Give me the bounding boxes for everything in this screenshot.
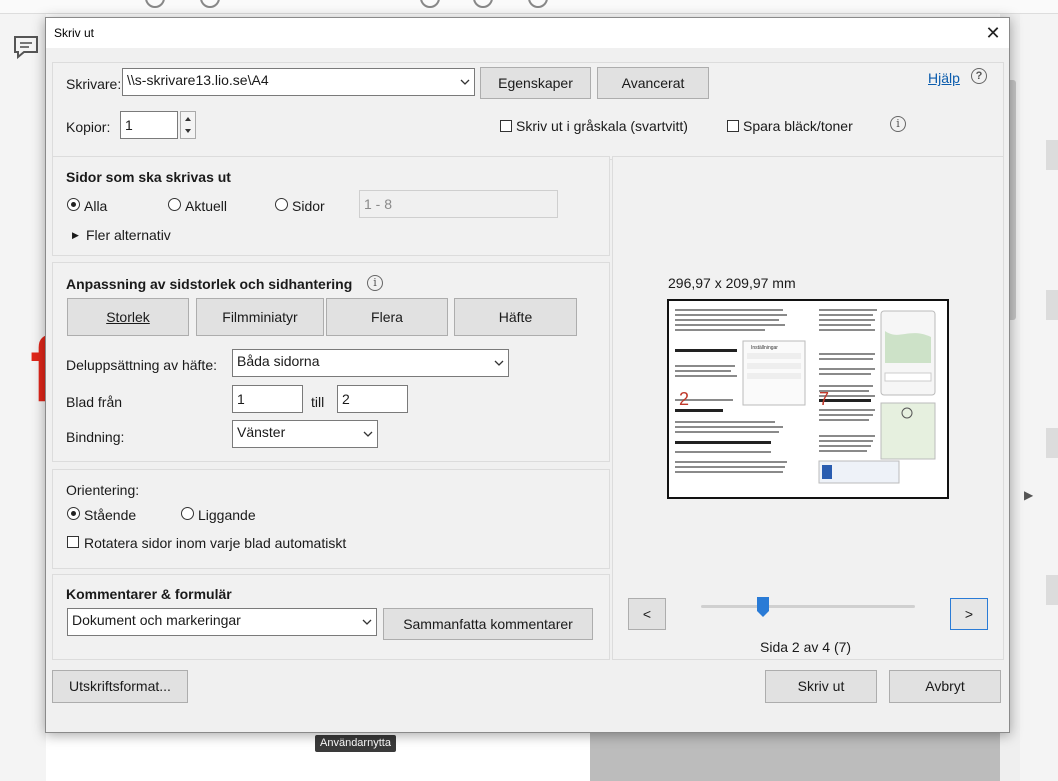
comment-icon[interactable] xyxy=(12,34,40,60)
toolbar-circle-icon[interactable] xyxy=(200,0,220,8)
preview-page-indicator: Sida 2 av 4 (7) xyxy=(760,639,852,655)
pages-range-label: Sidor xyxy=(292,198,325,214)
chevron-down-icon xyxy=(494,360,504,366)
landscape-label: Liggande xyxy=(198,507,256,523)
orientation-label: Orientering: xyxy=(66,482,140,498)
preview-phone-header: Inställningar xyxy=(751,345,778,351)
rail-tab[interactable] xyxy=(1046,575,1058,605)
sheets-to-label: till xyxy=(311,394,325,410)
summarize-comments-button[interactable]: Sammanfatta kommentarer xyxy=(383,608,593,640)
auto-rotate-checkbox[interactable] xyxy=(67,536,79,548)
sizing-heading: Anpassning av sidstorlek och sidhanterin… xyxy=(66,276,353,292)
toolbar-circle-icon[interactable] xyxy=(145,0,165,8)
rail-tab[interactable] xyxy=(1046,428,1058,458)
sheets-to-input[interactable]: 2 xyxy=(337,385,408,413)
pages-range-input[interactable]: 1 - 8 xyxy=(359,190,558,218)
print-dialog: Skriv ut ✕ Skrivare: \\s-skrivare13.lio.… xyxy=(45,17,1010,733)
printer-select[interactable]: \\s-skrivare13.lio.se\A4 xyxy=(122,68,475,96)
pages-all-label: Alla xyxy=(84,198,108,214)
properties-button[interactable]: Egenskaper xyxy=(480,67,591,99)
page-setup-button[interactable]: Utskriftsformat... xyxy=(52,670,188,703)
help-icon[interactable]: ? xyxy=(971,68,987,84)
expand-panel-icon[interactable]: ▶ xyxy=(1024,488,1033,502)
preview-left-page-number: 2 xyxy=(679,389,689,409)
sheets-from-label: Blad från xyxy=(66,394,123,410)
dialog-title: Skriv ut xyxy=(54,26,95,40)
rail-tab[interactable] xyxy=(1046,140,1058,170)
preview-slider-thumb[interactable] xyxy=(756,596,770,618)
help-link[interactable]: Hjälp xyxy=(928,70,960,86)
copies-label: Kopior: xyxy=(66,119,111,135)
copies-stepper[interactable] xyxy=(180,111,196,139)
preview-thumbnail: 2 7 Inställningar xyxy=(669,301,947,497)
printer-label: Skrivare: xyxy=(66,76,122,92)
pages-heading: Sidor som ska skrivas ut xyxy=(66,169,231,185)
preview-right-page-number: 7 xyxy=(819,389,829,409)
landscape-radio[interactable] xyxy=(181,507,194,520)
right-tools-rail xyxy=(1020,14,1058,781)
toolbar-circle-icon[interactable] xyxy=(420,0,440,8)
pages-range-radio[interactable] xyxy=(275,198,288,211)
comments-select[interactable]: Dokument och markeringar xyxy=(67,608,377,636)
comments-heading: Kommentarer & formulär xyxy=(66,586,232,602)
pages-current-label: Aktuell xyxy=(185,198,228,214)
chevron-down-icon xyxy=(363,431,373,437)
portrait-radio[interactable] xyxy=(67,507,80,520)
preview-page: 2 7 Inställningar xyxy=(667,299,949,499)
more-options-toggle[interactable]: Fler alternativ xyxy=(86,227,171,243)
stepper-arrows-icon[interactable] xyxy=(181,112,195,138)
save-ink-label: Spara bläck/toner xyxy=(743,118,853,134)
info-icon[interactable]: i xyxy=(367,275,383,291)
booklet-subset-select[interactable]: Båda sidorna xyxy=(232,349,509,377)
pages-all-radio[interactable] xyxy=(67,198,80,211)
rail-tab[interactable] xyxy=(1046,290,1058,320)
preview-slider-track[interactable] xyxy=(701,605,915,608)
toolbar-circle-icon[interactable] xyxy=(528,0,548,8)
close-icon[interactable]: ✕ xyxy=(980,20,1006,46)
pages-current-radio[interactable] xyxy=(168,198,181,211)
toolbar-circle-icon[interactable] xyxy=(473,0,493,8)
save-ink-checkbox[interactable] xyxy=(727,120,739,132)
tooltip: Användarnytta xyxy=(315,735,396,752)
advanced-button[interactable]: Avancerat xyxy=(597,67,709,99)
portrait-label: Stående xyxy=(84,507,137,523)
chevron-down-icon xyxy=(362,619,372,625)
binding-value: Vänster xyxy=(237,424,286,440)
binding-select[interactable]: Vänster xyxy=(232,420,378,448)
sheets-from-input[interactable]: 1 xyxy=(232,385,303,413)
multiple-button[interactable]: Flera xyxy=(326,298,448,336)
expand-arrow-icon[interactable]: ▶ xyxy=(72,230,79,241)
dialog-titlebar: Skriv ut ✕ xyxy=(46,18,1009,48)
grayscale-checkbox[interactable] xyxy=(500,120,512,132)
preview-dimensions: 296,97 x 209,97 mm xyxy=(668,275,796,291)
app-toolbar xyxy=(0,0,1058,14)
copies-input[interactable]: 1 xyxy=(120,111,178,139)
auto-rotate-label: Rotatera sidor inom varje blad automatis… xyxy=(84,535,347,551)
preview-next-button[interactable]: > xyxy=(950,598,988,630)
print-button[interactable]: Skriv ut xyxy=(765,670,877,703)
poster-button[interactable]: Filmminiatyr xyxy=(196,298,324,336)
binding-label: Bindning: xyxy=(66,429,125,445)
booklet-subset-label: Deluppsättning av häfte: xyxy=(66,357,217,373)
chevron-down-icon xyxy=(460,79,470,85)
booklet-button[interactable]: Häfte xyxy=(454,298,577,336)
cancel-button[interactable]: Avbryt xyxy=(889,670,1001,703)
info-icon[interactable]: i xyxy=(890,116,906,132)
booklet-subset-value: Båda sidorna xyxy=(237,353,320,369)
comments-value: Dokument och markeringar xyxy=(72,612,241,628)
size-button[interactable]: Storlek xyxy=(67,298,189,336)
grayscale-label: Skriv ut i gråskala (svartvitt) xyxy=(516,118,688,134)
document-page-area xyxy=(590,733,1000,781)
preview-prev-button[interactable]: < xyxy=(628,598,666,630)
printer-value: \\s-skrivare13.lio.se\A4 xyxy=(127,72,269,88)
